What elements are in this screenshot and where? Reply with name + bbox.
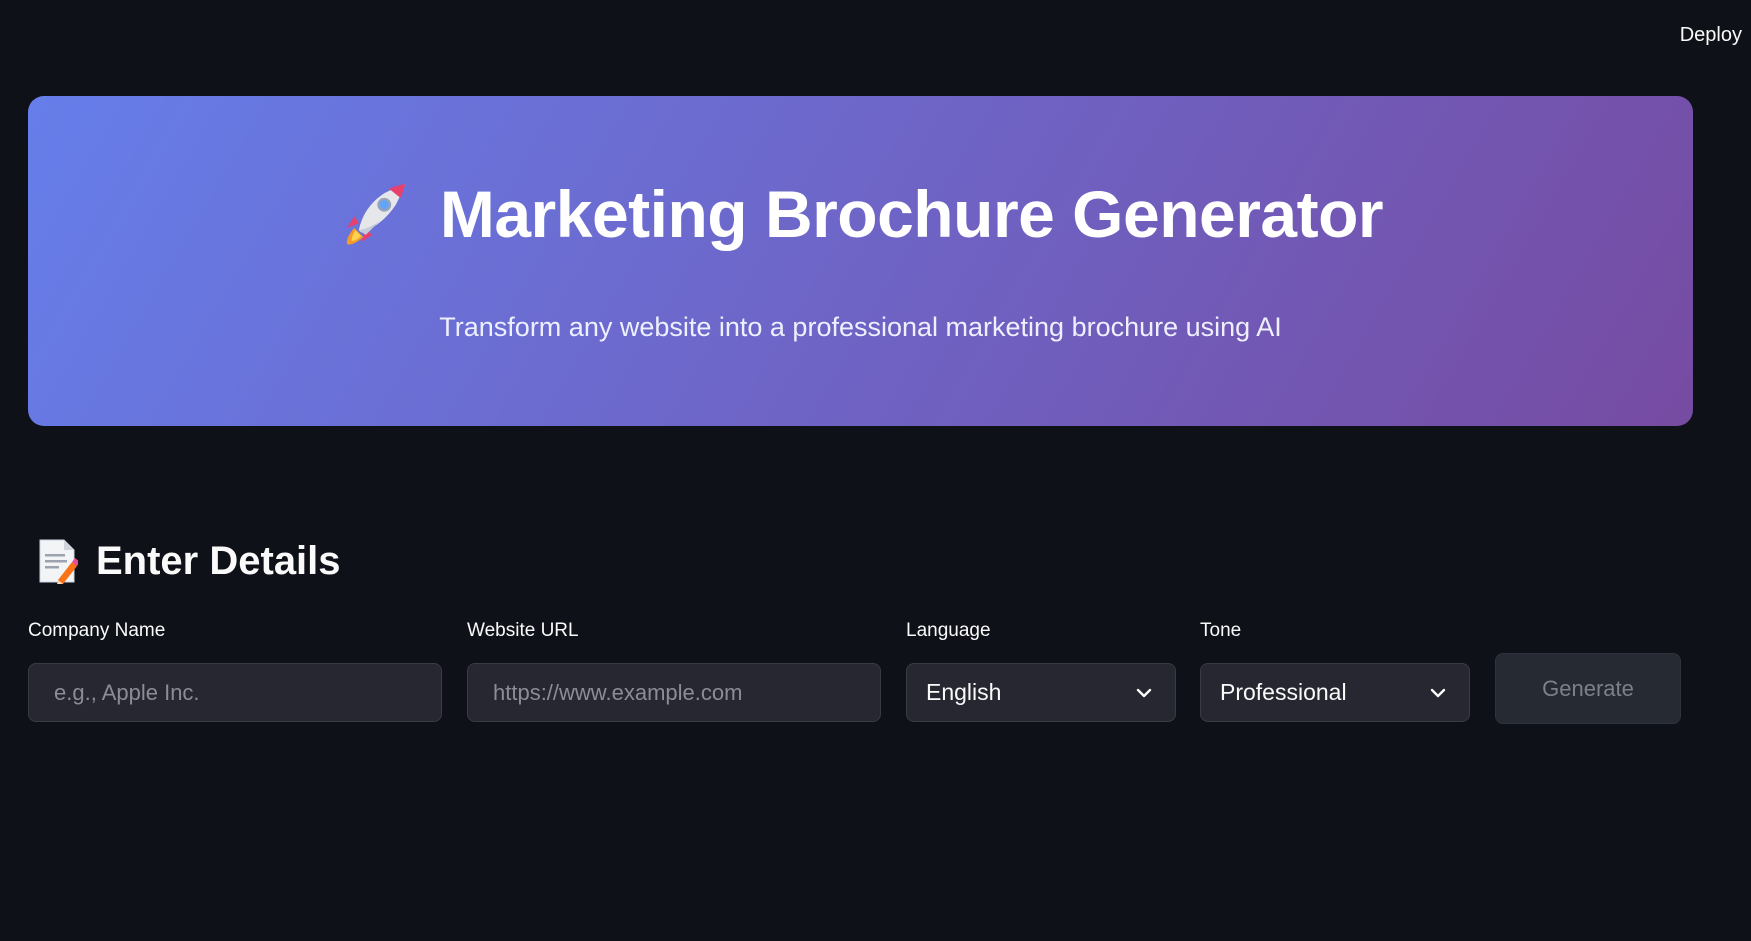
language-selected-value: English — [926, 679, 1002, 705]
chevron-down-icon — [1136, 688, 1152, 697]
tone-label: Tone — [1200, 620, 1242, 641]
section-title: Enter Details — [96, 538, 341, 583]
hero-title-row: Marketing Brochure Generator — [28, 176, 1693, 252]
company-name-input[interactable] — [28, 663, 442, 722]
website-url-input[interactable] — [467, 663, 881, 722]
memo-icon — [39, 539, 78, 584]
rocket-icon — [346, 183, 405, 245]
language-select[interactable]: English — [906, 663, 1176, 722]
page-subtitle: Transform any website into a professiona… — [439, 312, 1282, 342]
language-label: Language — [906, 620, 991, 641]
section-header: Enter Details — [36, 538, 341, 584]
deploy-button[interactable]: Deploy — [1680, 22, 1742, 49]
generate-button[interactable]: Generate — [1495, 653, 1681, 724]
company-name-label: Company Name — [28, 620, 166, 641]
page-title: Marketing Brochure Generator — [439, 177, 1384, 251]
chevron-down-icon — [1430, 688, 1446, 697]
tone-select[interactable]: Professional — [1200, 663, 1470, 722]
hero-banner: Marketing Brochure Generator Transform a… — [28, 96, 1693, 426]
tone-selected-value: Professional — [1220, 679, 1347, 705]
website-url-label: Website URL — [467, 620, 579, 641]
